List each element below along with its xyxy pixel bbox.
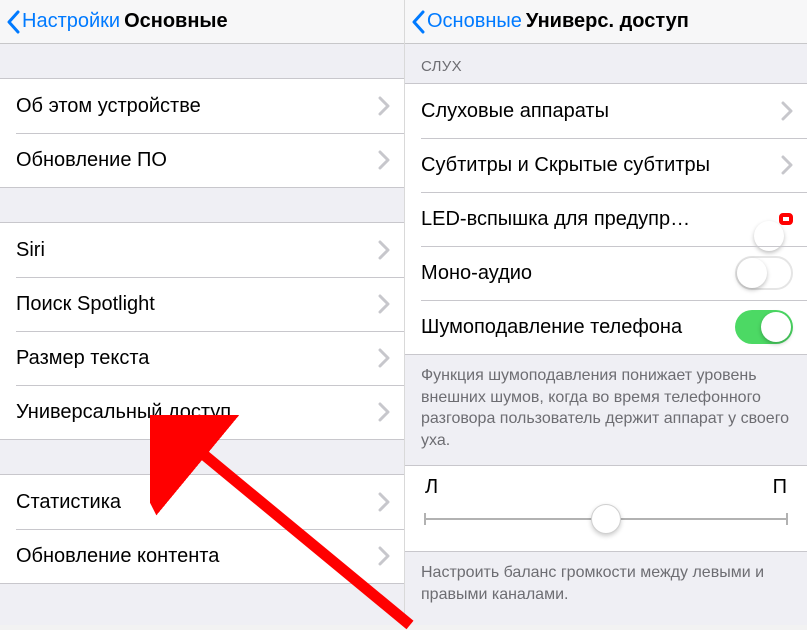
section-header-hearing: СЛУХ: [405, 44, 807, 83]
row-noise-cancel[interactable]: Шумоподавление телефона: [405, 300, 807, 354]
row-label: Слуховые аппараты: [421, 100, 773, 123]
row-accessibility[interactable]: Универсальный доступ: [0, 385, 404, 439]
row-hearing-aids[interactable]: Слуховые аппараты: [405, 84, 807, 138]
row-label: Поиск Spotlight: [16, 293, 370, 316]
row-about-device[interactable]: Об этом устройстве: [0, 79, 404, 133]
chevron-right-icon: [781, 155, 793, 175]
chevron-right-icon: [378, 546, 390, 566]
slider-label-left: Л: [425, 476, 438, 499]
row-subtitles[interactable]: Субтитры и Скрытые субтитры: [405, 138, 807, 192]
slider-label-right: П: [773, 476, 787, 499]
page-title: Основные: [124, 10, 228, 33]
row-label: Шумоподавление телефона: [421, 316, 735, 339]
row-label: Обновление контента: [16, 545, 370, 568]
slider-labels: Л П: [425, 476, 787, 499]
back-label: Настройки: [22, 10, 120, 33]
back-label: Основные: [427, 10, 522, 33]
chevron-right-icon: [378, 348, 390, 368]
row-spotlight[interactable]: Поиск Spotlight: [0, 277, 404, 331]
mono-audio-switch[interactable]: [735, 256, 793, 290]
chevron-right-icon: [378, 294, 390, 314]
page-title: Универс. доступ: [526, 10, 689, 33]
back-button[interactable]: Основные: [411, 10, 522, 34]
nav-header: Настройки Основные: [0, 0, 404, 44]
group-usage: Статистика Обновление контента: [0, 474, 404, 584]
nav-header: Основные Универс. доступ: [405, 0, 807, 44]
chevron-right-icon: [781, 101, 793, 121]
slider-thumb[interactable]: [591, 504, 621, 534]
balance-footer: Настроить баланс громкости между левыми …: [405, 552, 807, 619]
accessibility-pane: Основные Универс. доступ СЛУХ Слуховые а…: [405, 0, 807, 625]
row-label: Универсальный доступ: [16, 401, 370, 424]
row-label: Об этом устройстве: [16, 95, 370, 118]
general-settings-pane: Настройки Основные Об этом устройстве Об…: [0, 0, 405, 625]
row-label: LED-вспышка для предупр…: [421, 208, 775, 231]
row-label: Размер текста: [16, 347, 370, 370]
row-label: Siri: [16, 239, 370, 262]
row-label: Обновление ПО: [16, 149, 370, 172]
row-label: Моно-аудио: [421, 262, 735, 285]
group-features: Siri Поиск Spotlight Размер текста Униве…: [0, 222, 404, 440]
row-label: Статистика: [16, 491, 370, 514]
noise-cancel-switch[interactable]: [735, 310, 793, 344]
back-button[interactable]: Настройки: [6, 10, 120, 34]
balance-slider-row: Л П: [405, 465, 807, 552]
group-hearing: Слуховые аппараты Субтитры и Скрытые суб…: [405, 83, 807, 355]
chevron-right-icon: [378, 240, 390, 260]
balance-slider[interactable]: [425, 505, 787, 533]
row-text-size[interactable]: Размер текста: [0, 331, 404, 385]
row-background-refresh[interactable]: Обновление контента: [0, 529, 404, 583]
noise-cancel-footer: Функция шумоподавления понижает уровень …: [405, 355, 807, 465]
chevron-right-icon: [378, 492, 390, 512]
row-led-flash[interactable]: LED-вспышка для предупр…: [405, 192, 807, 246]
chevron-left-icon: [6, 10, 20, 34]
row-mono-audio[interactable]: Моно-аудио: [405, 246, 807, 300]
chevron-right-icon: [378, 150, 390, 170]
row-label: Субтитры и Скрытые субтитры: [421, 154, 773, 177]
row-statistics[interactable]: Статистика: [0, 475, 404, 529]
chevron-left-icon: [411, 10, 425, 34]
row-siri[interactable]: Siri: [0, 223, 404, 277]
group-about: Об этом устройстве Обновление ПО: [0, 78, 404, 188]
chevron-right-icon: [378, 402, 390, 422]
row-software-update[interactable]: Обновление ПО: [0, 133, 404, 187]
highlight-annotation: [779, 213, 793, 225]
chevron-right-icon: [378, 96, 390, 116]
